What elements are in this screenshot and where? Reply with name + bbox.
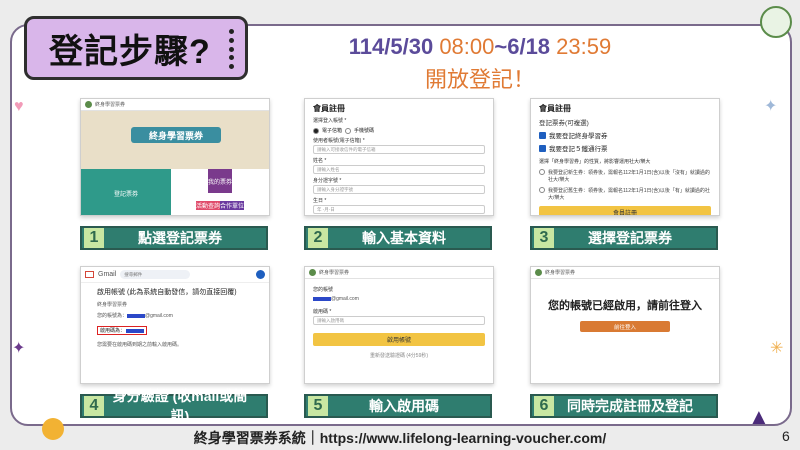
site-logo xyxy=(760,6,792,38)
star-decoration: ✦ xyxy=(12,340,26,357)
resend-link[interactable]: 重新發送驗證碼 (4分59秒) xyxy=(313,352,485,359)
step6-bar: 6 同時完成註冊及登記 xyxy=(530,394,718,418)
masked-email xyxy=(313,296,331,301)
banner-title: 終身學習票券 xyxy=(131,127,221,143)
title-badge: 登記步驟? xyxy=(24,16,248,80)
date-range: 114/5/30 08:00~6/18 23:59 xyxy=(348,34,612,59)
masked-email xyxy=(127,313,146,318)
site-logo-icon xyxy=(535,269,542,276)
open-notice: 開放登記！ xyxy=(424,67,535,92)
tile-activity[interactable]: 活動查詢 xyxy=(195,200,220,210)
star-decoration-right: ✳ xyxy=(770,340,784,357)
register-button[interactable]: 會員註冊 xyxy=(539,206,711,215)
activation-code-box: 啟用碼為： xyxy=(97,326,148,335)
heart-decoration: ♥ xyxy=(14,98,24,115)
id-input[interactable]: 請輸入身分證字號 xyxy=(313,185,485,194)
sparkle-decoration: ✦ xyxy=(764,98,778,115)
radio-old[interactable] xyxy=(539,187,545,193)
name-input[interactable]: 請輸入姓名 xyxy=(313,165,485,174)
slide: ♥ ✦ ✦ ✳ ▲ 登記步驟? 114/5/30 08:00~6/18 23:5… xyxy=(0,0,800,450)
site-logo-icon xyxy=(85,101,92,108)
site-logo-icon xyxy=(309,269,316,276)
tile-register[interactable]: 登記票券 xyxy=(81,169,171,215)
radio-new[interactable] xyxy=(539,169,545,175)
home-banner: 終身學習票券 xyxy=(81,111,269,169)
step3-screenshot: 會員註冊 登記票券(可複選) 我要登記終身學習券 我要登記５鐵通行票 選擇「終身… xyxy=(530,98,720,216)
site-header: 終身學習票券 xyxy=(81,99,269,111)
radio-email[interactable] xyxy=(313,127,319,134)
activation-code-input[interactable]: 請輸入啟用碼 xyxy=(313,316,485,325)
tile-my-voucher[interactable]: 我的票券 xyxy=(207,169,232,193)
email-input[interactable]: 請輸入可接收信件的電子信箱 xyxy=(313,145,485,154)
checkbox-rail[interactable] xyxy=(539,144,546,152)
go-login-button[interactable]: 前往登入 xyxy=(580,321,670,332)
activate-button[interactable]: 啟用帳號 xyxy=(313,333,485,346)
step4-screenshot: Gmail 搜尋郵件 啟用帳號 (此為系統自動發信，請勿直接回覆) 終身學習票券… xyxy=(80,266,270,384)
badge-title: 登記步驟? xyxy=(49,32,211,71)
home-tiles: 登記票券 我的票券 活動查詢 合作單位 xyxy=(81,169,269,215)
step4-bar: 4 身分驗證 (收mail或簡訊) xyxy=(80,388,268,424)
avatar[interactable] xyxy=(256,270,265,279)
radio-phone[interactable] xyxy=(345,127,352,134)
mail-search[interactable]: 搜尋郵件 xyxy=(120,270,191,279)
birth-input[interactable]: 年 -月-日 xyxy=(313,205,485,214)
mail-subject: 啟用帳號 (此為系統自動發信，請勿直接回覆) xyxy=(97,289,237,296)
step3-bar: 3 選擇登記票券 xyxy=(530,226,718,250)
tile-partners[interactable]: 合作單位 xyxy=(220,200,245,210)
step2-screenshot: 會員註冊 選擇登入帳號 * 電子信箱 手機號碼 使用者帳號(電子信箱) * 請輸… xyxy=(304,98,494,216)
step2-bar: 2 輸入基本資料 xyxy=(304,226,492,250)
activated-message: 您的帳號已經啟用，請前往登入 xyxy=(548,300,702,312)
step1-bar: 1 點選登記票券 xyxy=(80,226,268,250)
page-number: 6 xyxy=(782,428,790,444)
step5-screenshot: 終身學習票券 您的帳號 @gmail.com 啟用碼 * 請輸入啟用碼 啟用帳號… xyxy=(304,266,494,384)
badge-dots xyxy=(229,29,235,69)
step6-screenshot: 終身學習票券 您的帳號已經啟用，請前往登入 前往登入 xyxy=(530,266,720,384)
grad-cap-decoration: ▲ xyxy=(748,404,770,429)
gmail-icon xyxy=(85,271,94,278)
checkbox-lifelong[interactable] xyxy=(539,131,546,139)
step1-screenshot: 終身學習票券 終身學習票券 登記票券 我的票券 活動查詢 合作單位 xyxy=(80,98,270,216)
footer-text: 終身學習票券系統｜https://www.lifelong-learning-v… xyxy=(193,430,607,446)
step5-bar: 5 輸入啟用碼 xyxy=(304,394,492,418)
